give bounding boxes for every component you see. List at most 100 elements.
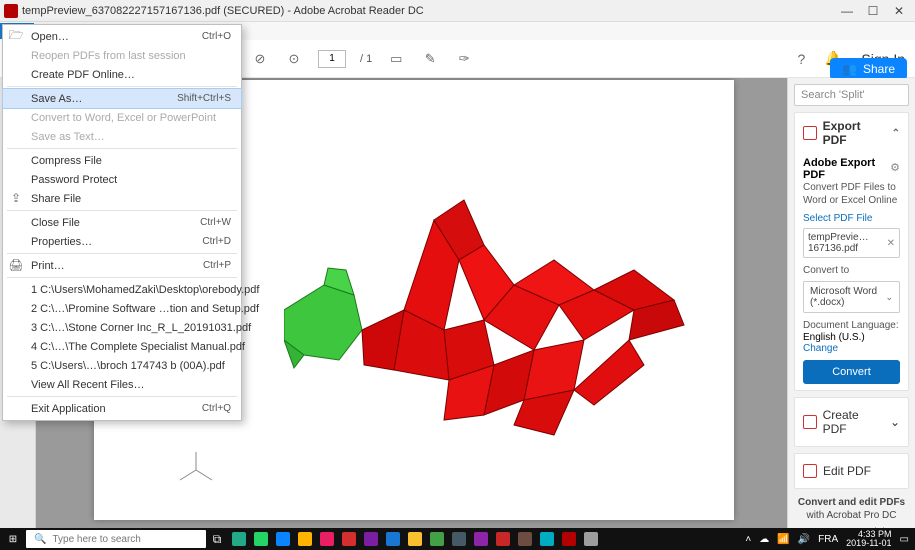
tray-cloud-icon[interactable]: ☁ <box>759 534 769 545</box>
sign-icon[interactable]: ✑ <box>454 49 474 69</box>
taskbar-app-11[interactable] <box>448 530 470 548</box>
menu-compress[interactable]: Compress File <box>3 151 241 170</box>
taskbar-search-placeholder: Type here to search <box>52 534 140 545</box>
select-pdf-link[interactable]: Select PDF File <box>803 213 900 224</box>
create-pdf-icon <box>803 415 817 429</box>
taskbar-app-8[interactable] <box>382 530 404 548</box>
export-pdf-title: Export PDF <box>823 119 886 147</box>
tray-lang[interactable]: FRA <box>818 534 838 545</box>
menu-properties[interactable]: Properties… Ctrl+D <box>3 232 241 251</box>
close-button[interactable]: ✕ <box>893 5 905 17</box>
share-icon: 👥 <box>842 62 857 76</box>
menu-print[interactable]: 🖨 Print… Ctrl+P <box>3 256 241 275</box>
export-pdf-header[interactable]: Export PDF ⌃ <box>803 119 900 147</box>
menu-separator <box>7 86 237 87</box>
menu-create-online[interactable]: Create PDF Online… <box>3 65 241 84</box>
help-icon[interactable]: ? <box>793 51 809 67</box>
taskbar-app-3[interactable] <box>272 530 294 548</box>
tray-chevron-icon[interactable]: ˄ <box>745 534 751 545</box>
adobe-export-label: Adobe Export PDF <box>803 157 886 181</box>
menu-open[interactable]: 🗁 Open… Ctrl+O <box>3 27 241 46</box>
format-select[interactable]: Microsoft Word (*.docx) ⌄ <box>803 281 900 313</box>
menu-password-protect[interactable]: Password Protect <box>3 170 241 189</box>
tools-search-input[interactable]: Search 'Split' <box>794 84 909 106</box>
menu-share-file[interactable]: ⇪ Share File <box>3 189 241 208</box>
menu-recent-5[interactable]: 5 C:\Users\…\broch 174743 b (00A).pdf <box>3 356 241 375</box>
menu-close-file[interactable]: Close File Ctrl+W <box>3 213 241 232</box>
tray-clock[interactable]: 4:33 PM 2019-11-01 <box>846 530 891 548</box>
menu-recent-1[interactable]: 1 C:\Users\MohamedZaki\Desktop\orebody.p… <box>3 280 241 299</box>
minimize-button[interactable]: — <box>841 5 853 17</box>
taskbar-app-16[interactable] <box>558 530 580 548</box>
menu-create-online-label: Create PDF Online… <box>31 69 135 81</box>
menu-save-as-shortcut: Shift+Ctrl+S <box>177 93 231 104</box>
task-view-icon[interactable]: ⧉ <box>206 530 228 548</box>
menu-save-as[interactable]: Save As… Shift+Ctrl+S <box>3 89 241 108</box>
taskbar-app-6[interactable] <box>338 530 360 548</box>
change-lang-link[interactable]: Change <box>803 343 838 354</box>
convert-button[interactable]: Convert <box>803 360 900 384</box>
taskbar-app-17[interactable] <box>580 530 602 548</box>
tray-wifi-icon[interactable]: 📶 <box>777 534 789 545</box>
menu-close-shortcut: Ctrl+W <box>200 217 231 228</box>
taskbar-app-14[interactable] <box>514 530 536 548</box>
format-value: Microsoft Word (*.docx) <box>810 286 885 308</box>
taskbar-app-9[interactable] <box>404 530 426 548</box>
menu-convert-office: Convert to Word, Excel or PowerPoint <box>3 108 241 127</box>
chevron-down-icon: ⌄ <box>890 415 900 429</box>
printer-icon: 🖨 <box>9 258 23 272</box>
tools-side-panel: Search 'Split' Export PDF ⌃ Adobe Export… <box>787 78 915 528</box>
menu-exit[interactable]: Exit Application Ctrl+Q <box>3 399 241 418</box>
action-center-icon[interactable]: ▭ <box>900 534 909 545</box>
taskbar-app-15[interactable] <box>536 530 558 548</box>
menu-properties-label: Properties… <box>31 236 92 248</box>
maximize-button[interactable]: ☐ <box>867 5 879 17</box>
menu-share-label: Share File <box>31 193 81 205</box>
menu-separator <box>7 277 237 278</box>
highlight-icon[interactable]: ✎ <box>420 49 440 69</box>
cta-line2: with Acrobat Pro DC <box>794 510 909 521</box>
taskbar-app-10[interactable] <box>426 530 448 548</box>
taskbar-app-12[interactable] <box>470 530 492 548</box>
taskbar-app-5[interactable] <box>316 530 338 548</box>
page-total-label: / 1 <box>360 53 372 65</box>
taskbar-app-13[interactable] <box>492 530 514 548</box>
selected-file-chip[interactable]: tempPrevie…167136.pdf ✕ <box>803 228 900 258</box>
edit-pdf-row[interactable]: Edit PDF <box>794 453 909 489</box>
menu-convert-office-label: Convert to Word, Excel or PowerPoint <box>31 112 216 124</box>
menu-recent-3[interactable]: 3 C:\…\Stone Corner Inc_R_L_20191031.pdf <box>3 318 241 337</box>
menu-view-all-recent[interactable]: View All Recent Files… <box>3 375 241 394</box>
taskbar-app-4[interactable] <box>294 530 316 548</box>
tray-volume-icon[interactable]: 🔊 <box>798 534 810 545</box>
share-label: Share <box>863 62 895 76</box>
chevron-up-icon: ⌃ <box>892 128 900 139</box>
menu-recent-2[interactable]: 2 C:\…\Promine Software …tion and Setup.… <box>3 299 241 318</box>
cta-line1: Convert and edit PDFs <box>794 497 909 508</box>
tray-date: 2019-11-01 <box>846 539 891 548</box>
create-pdf-row[interactable]: Create PDF ⌄ <box>794 397 909 447</box>
share-button[interactable]: 👥 Share <box>830 58 907 80</box>
export-desc: Convert PDF Files to Word or Excel Onlin… <box>803 181 900 207</box>
taskbar-app-7[interactable] <box>360 530 382 548</box>
page-number-input[interactable]: 1 <box>318 50 346 68</box>
comment-icon[interactable]: ▭ <box>386 49 406 69</box>
system-tray[interactable]: ˄ ☁ 📶 🔊 FRA 4:33 PM 2019-11-01 ▭ <box>745 530 915 548</box>
window-titlebar: tempPreview_637082227157167136.pdf (SECU… <box>0 0 915 22</box>
edit-pdf-label: Edit PDF <box>823 464 871 478</box>
taskbar-app-2[interactable] <box>250 530 272 548</box>
menu-compress-label: Compress File <box>31 155 102 167</box>
menu-recent-4[interactable]: 4 C:\…\The Complete Specialist Manual.pd… <box>3 337 241 356</box>
page-up-icon[interactable]: ⊘ <box>250 49 270 69</box>
start-button[interactable]: ⊞ <box>0 534 26 545</box>
doc-lang-label: Document Language: <box>803 319 900 332</box>
page-down-icon[interactable]: ⊙ <box>284 49 304 69</box>
taskbar-search[interactable]: 🔍 Type here to search <box>26 530 206 548</box>
export-pdf-icon <box>803 126 817 140</box>
convert-to-label: Convert to <box>803 264 900 277</box>
taskbar-app-1[interactable] <box>228 530 250 548</box>
file-menu-dropdown: 🗁 Open… Ctrl+O Reopen PDFs from last ses… <box>2 24 242 421</box>
settings-gear-icon[interactable]: ⚙ <box>890 161 900 174</box>
menu-recent-5-label: 5 C:\Users\…\broch 174743 b (00A).pdf <box>31 360 225 372</box>
close-icon[interactable]: ✕ <box>887 238 895 249</box>
menu-separator <box>7 253 237 254</box>
